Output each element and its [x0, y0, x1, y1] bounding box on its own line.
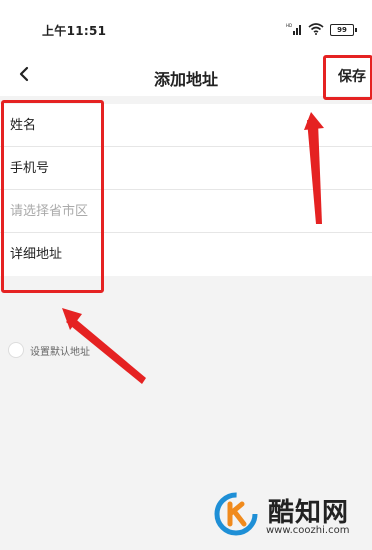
status-icons: HD 99	[286, 20, 357, 39]
watermark-name: 酷知网	[268, 498, 350, 528]
annotation-box-save	[323, 55, 372, 100]
default-address-radio[interactable]	[8, 342, 24, 358]
watermark: 酷知网 www.coozhi.com	[212, 488, 372, 550]
status-bar: 上午11:51 HD 99	[0, 0, 372, 56]
coozhi-logo-icon	[214, 492, 258, 536]
default-address-label: 设置默认地址	[30, 346, 90, 358]
wifi-icon	[308, 20, 324, 39]
annotation-arrow-form-head	[62, 308, 82, 330]
watermark-url: www.coozhi.com	[266, 525, 350, 536]
default-address-row[interactable]: 设置默认地址	[8, 342, 90, 358]
annotation-box-form	[1, 100, 104, 293]
page-title: 添加地址	[153, 70, 218, 89]
nav-bar: 添加地址 保存	[0, 56, 372, 96]
status-time: 上午11:51	[42, 24, 107, 38]
signal-icon: HD	[286, 20, 302, 39]
battery-icon: 99	[330, 23, 357, 36]
network-type-label: HD	[286, 23, 292, 28]
